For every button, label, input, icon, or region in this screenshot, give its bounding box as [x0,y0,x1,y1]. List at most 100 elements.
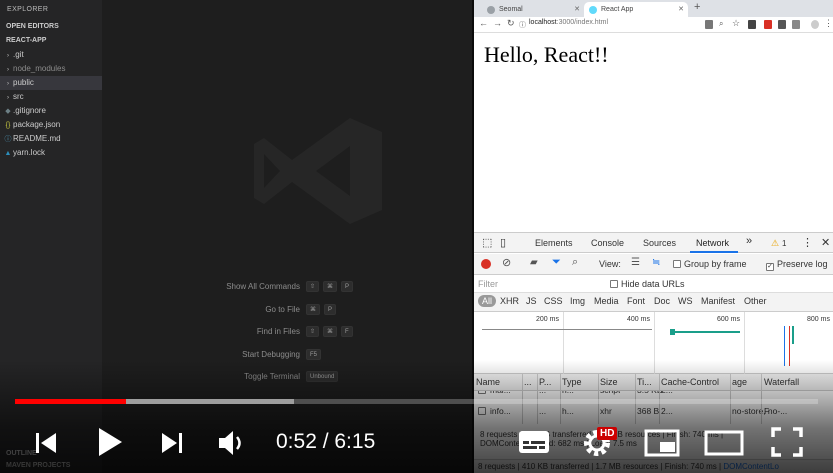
column-header[interactable]: Waterfall [764,377,799,387]
close-icon[interactable]: ✕ [574,2,580,17]
preserve-log-checkbox[interactable]: ✓ Preserve log [766,259,828,271]
checkbox-checked: ✓ [766,263,774,271]
type-filter-manifest[interactable]: Manifest [701,296,735,306]
devtools-tabs: ⬚ ▯ Elements Console Sources Network » ⚠… [474,233,833,253]
page-heading: Hello, React!! [484,42,609,67]
type-filter-js[interactable]: JS [526,296,537,306]
theater-mode-icon[interactable] [704,428,744,458]
new-tab-icon[interactable]: + [694,1,700,13]
key-cap: P [341,281,354,292]
extension-icon[interactable] [748,20,756,29]
tab-elements[interactable]: Elements [535,238,573,248]
more-tabs-icon[interactable]: » [746,235,752,247]
column-header[interactable]: Name [476,377,500,387]
record-icon[interactable] [481,259,491,269]
extension-red-icon[interactable] [764,20,772,29]
shortcut-label: Go to File [265,304,300,314]
maven-projects-header[interactable]: MAVEN PROJECTS [0,460,102,472]
type-filter-font[interactable]: Font [627,296,645,306]
profile-avatar[interactable] [811,20,819,29]
column-header[interactable]: Ti... [637,377,652,387]
large-rows-icon[interactable]: ☰ [631,257,640,268]
info-icon[interactable]: ⓘ [519,20,526,30]
project-header[interactable]: REACT-APP [0,34,102,47]
type-filter-all[interactable]: All [478,295,497,307]
grid-line [744,312,745,374]
browser-tab-seomal[interactable]: Seomal ✕ [482,2,584,17]
forward-icon[interactable]: → [493,18,502,28]
filter-input[interactable]: Filter [478,279,498,289]
column-header[interactable]: ... [524,377,532,387]
extension-icon[interactable] [792,20,800,29]
devtools-menu-icon[interactable]: ⋮ [802,236,813,249]
tree-item[interactable]: ⓘ README.md [0,132,102,146]
key-cap: ⌘ [306,303,320,315]
table-cell: no-store, no-... [732,406,788,416]
folder-chevron-icon: › [7,67,9,73]
filter-icon[interactable]: ⏷ [552,256,561,269]
close-icon[interactable]: ✕ [678,2,684,17]
warning-icon[interactable]: ⚠ [771,238,779,249]
tree-item[interactable]: {} package.json [0,118,102,132]
progress-bar[interactable] [15,399,818,404]
zoom-icon[interactable]: ⌕ [719,19,723,29]
tree-item[interactable]: › src [0,90,102,104]
shortcut-keys: Unbound [306,371,339,382]
table-row[interactable]: mai......h...script3.5 KB2... [474,391,833,398]
table-cell: ... [539,406,547,416]
tree-item[interactable]: › public [0,76,102,90]
column-header[interactable]: P... [539,377,551,387]
tree-item[interactable]: › .git [0,48,102,62]
tree-item[interactable]: ▲ yarn.lock [0,146,102,160]
column-header[interactable]: Cache-Control [661,377,719,387]
type-filter-media[interactable]: Media [594,296,619,306]
tab-sources[interactable]: Sources [643,238,676,248]
hide-data-urls-checkbox[interactable]: Hide data URLs [610,279,685,289]
table-row[interactable]: info...... h... xhr 368 B 2... no-store, no-.… [474,405,833,419]
close-devtools-icon[interactable]: ✕ [821,236,830,249]
column-header[interactable]: Type [562,377,582,387]
subtitles-icon[interactable] [518,428,550,456]
group-by-frame-checkbox[interactable]: Group by frame [673,259,747,269]
url-host: localhost [529,19,557,26]
tab-network[interactable]: Network [696,238,729,248]
table-cell: script [600,391,620,395]
translate-icon[interactable] [705,20,713,29]
type-filter-ws[interactable]: WS [678,296,693,306]
fullscreen-icon[interactable] [770,426,804,458]
bookmark-star-icon[interactable]: ☆ [732,18,740,29]
open-editors-header[interactable]: OPEN EDITORS [0,20,102,33]
waterfall-overview-icon[interactable]: ≒ [652,257,660,268]
play-icon[interactable] [96,426,124,458]
tree-item[interactable]: › node_modules [0,62,102,76]
reload-icon[interactable]: ↻ [507,18,515,29]
status-text: 8 requests | 410 KB transferred | 1.7 MB… [478,462,724,471]
shortcut-keys: F5 [306,348,322,360]
type-filter-css[interactable]: CSS [544,296,563,306]
search-icon[interactable]: ⌕ [572,256,578,269]
previous-icon[interactable] [34,430,58,456]
type-filter-doc[interactable]: Doc [654,296,670,306]
clear-icon[interactable]: ⊘ [502,256,511,269]
capture-screenshots-icon[interactable]: ▰ [530,257,538,268]
warning-count: 1 [782,239,787,248]
menu-kebab-icon[interactable]: ⋮ [824,18,833,29]
type-filter-xhr[interactable]: XHR [500,296,519,306]
device-toolbar-icon[interactable]: ▯ [500,236,506,249]
miniplayer-icon[interactable] [644,428,680,458]
column-header[interactable]: Size [600,377,618,387]
tab-console[interactable]: Console [591,238,624,248]
back-icon[interactable]: ← [479,18,488,28]
url-field[interactable]: localhost:3000/index.html [529,19,608,26]
shortcut-row: Start Debugging F5 [102,348,472,363]
type-filter-other[interactable]: Other [744,296,767,306]
volume-icon[interactable] [216,428,246,458]
next-icon[interactable] [160,430,184,456]
column-header[interactable]: age [732,377,747,387]
shortcut-keys: ⌘ P [306,303,337,315]
type-filter-img[interactable]: Img [570,296,585,306]
extension-icon[interactable] [778,20,786,29]
browser-tab-react-app[interactable]: React App ✕ [584,2,688,17]
tree-item[interactable]: ◆ .gitignore [0,104,102,118]
inspect-element-icon[interactable]: ⬚ [482,236,492,249]
